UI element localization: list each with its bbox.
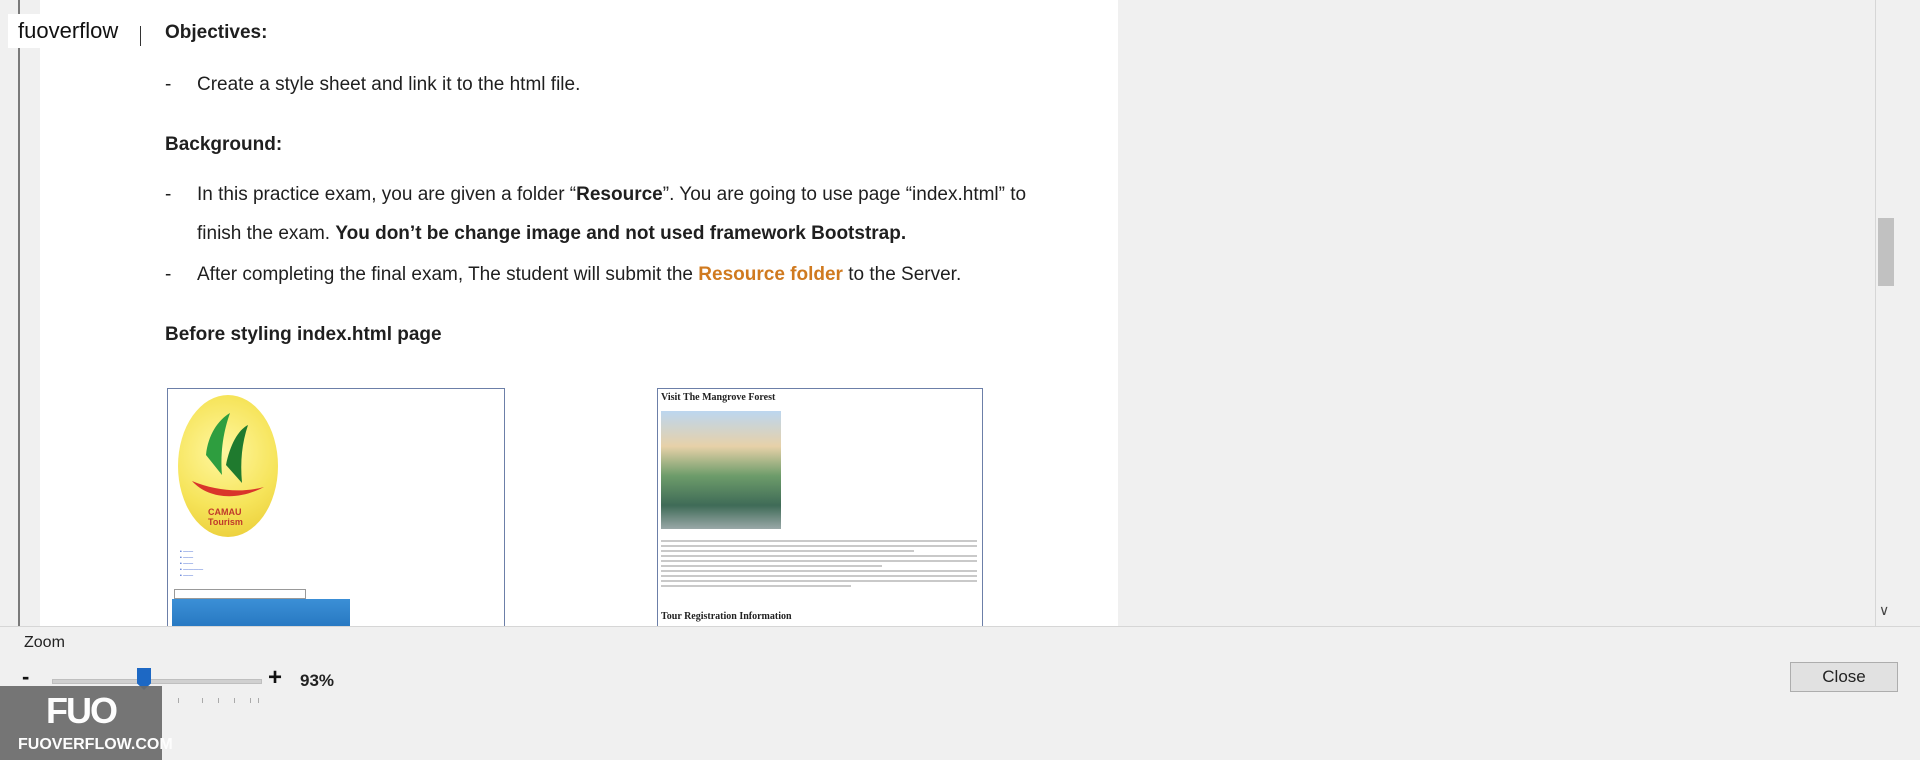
objective-item: Create a style sheet and link it to the … (197, 74, 581, 95)
mini-search-box (174, 589, 306, 599)
resource-folder-highlight: Resource folder (698, 264, 843, 285)
chevron-down-icon[interactable]: ∨ (1879, 602, 1889, 619)
text-caret (140, 26, 141, 46)
mini-nav-links: • —— • —— • —— • ———— • —— (180, 549, 204, 579)
bullet-marker: - (165, 74, 172, 95)
fuoverflow-watermark: FUO FUOVERFLOW.COM (0, 686, 173, 760)
background-text: to the Server. (842, 264, 962, 285)
zoom-value: 93% (300, 671, 335, 690)
scrollbar-thumb[interactable] (1878, 218, 1894, 286)
left-page-preview: CAMAU Tourism • —— • —— • —— • ———— • —— (167, 388, 505, 626)
watermark-site: FUOVERFLOW.COM (18, 736, 173, 753)
zoom-label: Zoom (24, 634, 65, 651)
mangrove-photo (661, 411, 781, 529)
background-item-1-line2: finish the exam. You don’t be change ima… (197, 223, 906, 245)
background-item-2: After completing the final exam, The stu… (197, 264, 961, 286)
background-text: ”. You are going to use page “index.html… (662, 184, 1027, 205)
background-text: In this practice exam, you are given a f… (197, 184, 577, 205)
fuo-logo-icon: FUO (46, 690, 118, 731)
preview-paragraphs (661, 537, 977, 590)
background-item-1: In this practice exam, you are given a f… (197, 184, 1026, 206)
resource-bold: Resource (576, 184, 663, 205)
background-text: After completing the final exam, The stu… (197, 264, 699, 285)
restriction-bold: You don’t be change image and not used f… (335, 223, 907, 244)
bullet-marker: - (165, 184, 172, 205)
background-text: finish the exam. (197, 223, 336, 244)
preview-title: Visit The Mangrove Forest (661, 392, 776, 403)
document-viewer: Objectives: - Create a style sheet and l… (0, 0, 1920, 627)
logo-text: CAMAU Tourism (208, 507, 243, 527)
background-heading: Background: (165, 134, 283, 155)
right-page-preview: Visit The Mangrove Forest Tour Registrat… (657, 388, 983, 626)
vertical-scrollbar[interactable]: ∨ (1875, 0, 1896, 626)
before-styling-heading: Before styling index.html page (165, 324, 442, 345)
mini-banner-image (172, 599, 350, 626)
zoom-slider-track[interactable] (52, 679, 262, 684)
document-page[interactable]: Objectives: - Create a style sheet and l… (40, 0, 1118, 626)
app-label: fuoverflow (8, 14, 129, 48)
camau-logo-icon: CAMAU Tourism (178, 395, 278, 537)
objectives-heading: Objectives: (165, 22, 268, 43)
bullet-marker: - (165, 264, 172, 285)
left-border (18, 0, 20, 626)
close-button[interactable]: Close (1790, 662, 1898, 692)
preview-section-title: Tour Registration Information (661, 611, 792, 622)
zoom-in-button[interactable]: + (268, 664, 282, 692)
